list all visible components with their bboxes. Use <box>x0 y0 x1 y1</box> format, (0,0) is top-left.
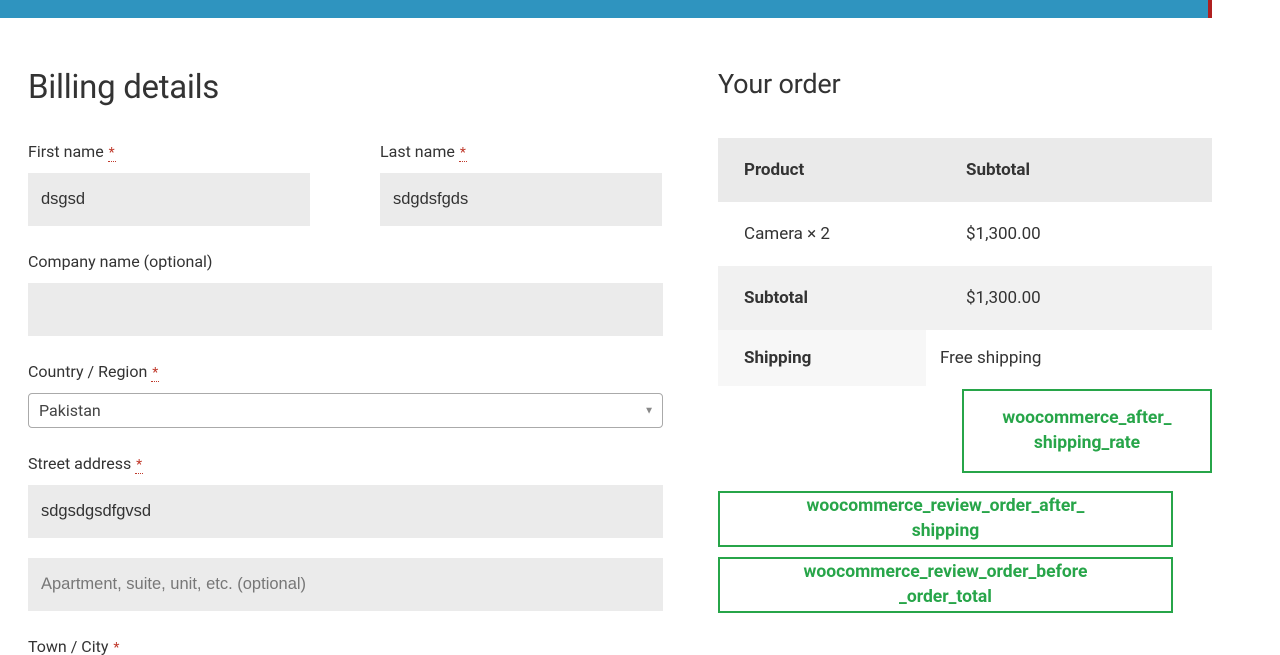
hook-review-after-shipping: woocommerce_review_order_after_ shipping <box>718 491 1173 547</box>
order-heading: Your order <box>718 68 1212 100</box>
last-name-label-text: Last name <box>380 142 455 161</box>
order-subtotal-value: $1,300.00 <box>940 266 1212 330</box>
company-input[interactable] <box>28 283 663 336</box>
first-name-label-text: First name <box>28 142 104 161</box>
hook-review-before-total: woocommerce_review_order_before _order_t… <box>718 557 1173 613</box>
country-label-text: Country / Region <box>28 362 147 381</box>
required-mark: * <box>135 457 143 474</box>
order-item-total: $1,300.00 <box>940 202 1212 266</box>
apartment-input[interactable] <box>28 558 663 611</box>
red-edge-accent <box>1208 0 1212 18</box>
top-bar <box>0 0 1212 18</box>
company-label: Company name (optional) <box>28 252 663 271</box>
order-subtotal-row: Subtotal $1,300.00 <box>718 266 1212 330</box>
name-row: First name * Last name * <box>28 142 663 226</box>
order-column: Your order Product Subtotal Camera × 2 $… <box>718 68 1212 655</box>
first-name-label: First name * <box>28 142 310 161</box>
order-shipping-row: Shipping Free shipping <box>718 330 1212 386</box>
order-table: Product Subtotal Camera × 2 $1,300.00 Su… <box>718 138 1212 386</box>
col-product: Product <box>718 138 940 202</box>
first-name-field: First name * <box>28 142 310 226</box>
chevron-down-icon: ▼ <box>644 405 654 416</box>
required-mark: * <box>459 145 467 162</box>
last-name-label: Last name * <box>380 142 662 161</box>
street-field: Street address * <box>28 454 663 538</box>
order-shipping-value: Free shipping <box>926 330 1212 386</box>
country-select[interactable]: Pakistan ▼ <box>28 393 663 428</box>
street-input[interactable] <box>28 485 663 538</box>
billing-heading: Billing details <box>28 68 663 107</box>
checkout-page: Billing details First name * Last name *… <box>0 18 1280 655</box>
last-name-input[interactable] <box>380 173 662 226</box>
billing-column: Billing details First name * Last name *… <box>28 68 663 655</box>
required-mark: * <box>151 365 159 382</box>
hook-after-shipping-rate: woocommerce_after_ shipping_rate <box>962 389 1212 473</box>
order-shipping-label: Shipping <box>718 330 926 386</box>
order-item-name: Camera <box>744 224 807 244</box>
company-field: Company name (optional) <box>28 252 663 336</box>
order-item-qty: × 2 <box>807 224 830 244</box>
country-field: Country / Region * Pakistan ▼ <box>28 362 663 428</box>
town-label: Town / City * <box>28 637 663 655</box>
country-label: Country / Region * <box>28 362 663 381</box>
order-table-head: Product Subtotal <box>718 138 1212 202</box>
apartment-field <box>28 558 663 611</box>
last-name-field: Last name * <box>380 142 662 226</box>
town-field: Town / City * <box>28 637 663 655</box>
first-name-input[interactable] <box>28 173 310 226</box>
col-subtotal: Subtotal <box>940 138 1212 202</box>
order-item-row: Camera × 2 $1,300.00 <box>718 202 1212 266</box>
street-label: Street address * <box>28 454 663 473</box>
required-mark: * <box>108 145 116 162</box>
street-label-text: Street address <box>28 454 131 473</box>
order-subtotal-label: Subtotal <box>718 266 940 330</box>
country-select-value: Pakistan <box>39 401 101 420</box>
required-mark: * <box>112 640 120 655</box>
order-item-name-cell: Camera × 2 <box>718 202 940 266</box>
town-label-text: Town / City <box>28 637 108 655</box>
